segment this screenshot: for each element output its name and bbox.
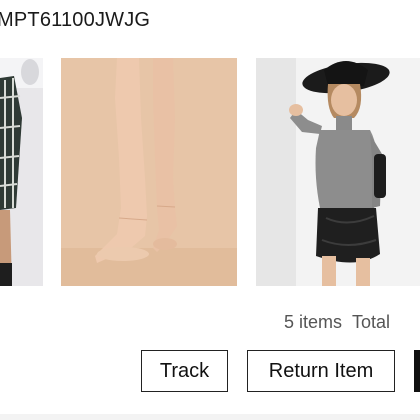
product-thumbnail-plaid-skirt[interactable] xyxy=(0,58,43,286)
plaid-skirt-image xyxy=(0,58,43,286)
product-thumbnail-outfit[interactable] xyxy=(256,58,420,286)
order-number: MPT61100JWJG xyxy=(0,9,151,31)
return-item-button[interactable]: Return Item xyxy=(247,350,395,392)
section-divider xyxy=(0,414,420,420)
next-action-button[interactable] xyxy=(414,350,420,392)
item-count: 5 items xyxy=(284,312,343,332)
tights-image xyxy=(61,58,237,286)
order-summary: 5 items Total xyxy=(284,312,390,333)
track-button[interactable]: Track xyxy=(141,350,228,392)
order-total-label: Total xyxy=(352,312,391,332)
product-thumbnail-tights[interactable] xyxy=(61,58,237,286)
turtleneck-outfit-image xyxy=(256,58,420,286)
